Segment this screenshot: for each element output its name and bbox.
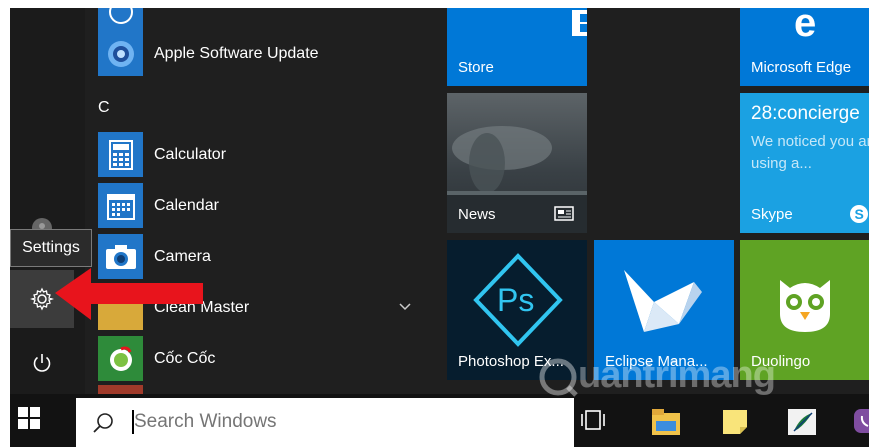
duolingo-owl-icon bbox=[780, 280, 830, 332]
coccoc-icon bbox=[98, 336, 143, 381]
list-item-apple-software-update[interactable]: Apple Software Update bbox=[85, 29, 425, 79]
power-button[interactable] bbox=[10, 338, 74, 388]
windows-logo-icon bbox=[18, 407, 40, 429]
red-arrow-annotation bbox=[55, 268, 203, 320]
taskbar-file-explorer[interactable] bbox=[650, 407, 682, 447]
list-item-calendar[interactable]: Calendar bbox=[85, 181, 425, 231]
skype-notification-body: We noticed you are using a... bbox=[751, 133, 869, 172]
taskbar-search-box[interactable] bbox=[76, 398, 574, 447]
watermark-logo-icon bbox=[539, 358, 578, 397]
task-view-icon bbox=[581, 410, 605, 430]
partial-app-icon bbox=[98, 385, 143, 394]
app-label: Calendar bbox=[154, 197, 219, 214]
tile-label: Skype bbox=[751, 206, 793, 223]
skype-icon: S bbox=[850, 205, 868, 223]
store-bag-icon bbox=[572, 10, 587, 36]
gear-icon bbox=[30, 287, 54, 311]
start-button[interactable] bbox=[18, 407, 40, 434]
edge-icon: e bbox=[794, 8, 816, 40]
tile-skype[interactable]: 28:concierge We noticed you are using a.… bbox=[740, 93, 869, 233]
origami-bird-icon bbox=[624, 270, 702, 332]
photoshop-icon: Ps bbox=[473, 253, 563, 347]
feather-app-icon bbox=[788, 409, 816, 435]
tile-label: News bbox=[458, 206, 496, 223]
app-label: Cốc Cốc bbox=[154, 350, 216, 367]
watermark-text: uantrimang bbox=[538, 354, 776, 397]
taskbar-app-feather[interactable] bbox=[786, 407, 818, 447]
newspaper-icon bbox=[554, 206, 574, 221]
taskbar-sticky-notes[interactable] bbox=[720, 407, 750, 447]
apple-update-icon bbox=[98, 31, 143, 76]
partial-app-icon bbox=[108, 8, 133, 24]
tile-microsoft-edge[interactable]: e Microsoft Edge bbox=[740, 8, 869, 86]
chevron-down-icon[interactable] bbox=[399, 303, 411, 311]
search-input[interactable] bbox=[132, 407, 554, 437]
settings-tooltip: Settings bbox=[10, 229, 92, 267]
ps-logo-text: Ps bbox=[497, 282, 534, 318]
group-letter-c[interactable]: C bbox=[98, 99, 110, 117]
folder-icon bbox=[652, 409, 680, 435]
calculator-icon bbox=[98, 132, 143, 177]
tile-label: Microsoft Edge bbox=[751, 59, 852, 76]
app-list: Apple Software Update C Calculator Calen… bbox=[85, 8, 432, 394]
viber-icon bbox=[854, 409, 869, 433]
sticky-note-icon bbox=[723, 410, 747, 434]
power-icon bbox=[33, 354, 51, 372]
watermark-label: uantrimang bbox=[578, 354, 776, 396]
list-item-calculator[interactable]: Calculator bbox=[85, 130, 425, 180]
taskbar-viber[interactable] bbox=[852, 407, 869, 447]
skype-notification-title: 28:concierge bbox=[751, 103, 860, 124]
tile-store[interactable]: Store bbox=[447, 8, 587, 86]
search-icon bbox=[93, 413, 113, 433]
tile-news[interactable]: News bbox=[447, 93, 587, 233]
calendar-icon bbox=[98, 183, 143, 228]
app-label: Camera bbox=[154, 248, 211, 265]
list-item-coccoc[interactable]: Cốc Cốc bbox=[85, 334, 425, 384]
svg-text:S: S bbox=[855, 206, 864, 222]
app-label: Apple Software Update bbox=[154, 45, 319, 62]
task-view-button[interactable] bbox=[580, 409, 606, 436]
tile-label: Store bbox=[458, 59, 494, 76]
svg-text:e: e bbox=[794, 8, 816, 40]
app-label: Calculator bbox=[154, 146, 227, 163]
start-left-rail bbox=[10, 8, 85, 394]
